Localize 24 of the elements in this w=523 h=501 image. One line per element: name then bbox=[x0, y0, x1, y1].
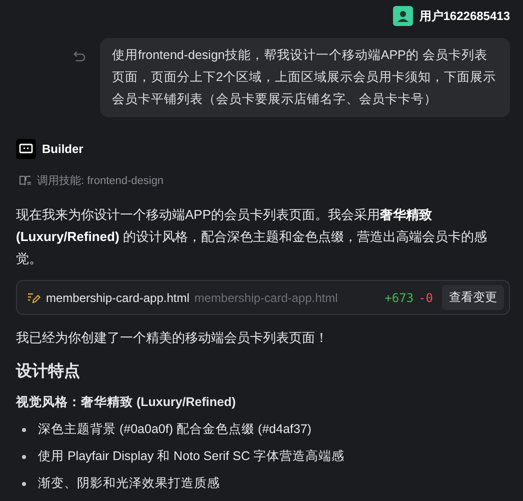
bullet-text: 使用 Playfair Display 和 Noto Serif SC 字体营造高端感 bbox=[38, 448, 344, 465]
bullet-icon bbox=[22, 428, 26, 432]
edit-file-icon bbox=[27, 292, 41, 304]
skill-label: 调用技能: frontend-design bbox=[37, 174, 164, 188]
file-name[interactable]: membership-card-app.html bbox=[46, 290, 190, 304]
bullet-text: 渐变、阴影和光泽效果打造质感 bbox=[38, 475, 220, 492]
intro-paragraph: 现在我来为你设计一个移动端APP的会员卡列表页面。我会采用奢华精致 (Luxury/Refined) 的设计风格，配合深色主题和金色点缀，营造出高端会员卡的感觉。 bbox=[16, 206, 488, 268]
bot-icon bbox=[16, 139, 36, 159]
user-message: 使用frontend-design技能，帮我设计一个移动端APP的 会员卡列表页面，页面分上下2个区域，上面区域展示会员用卡须知，下面展示会员卡平铺列表（会员卡要展示店铺名字、会员卡卡号） bbox=[100, 38, 510, 117]
user-name: 用户1622685413 bbox=[419, 8, 510, 24]
avatar-icon bbox=[393, 6, 414, 26]
summary-text: 我已经为你创建了一个精美的移动端会员卡列表页面！ bbox=[16, 329, 329, 347]
lines-removed: -0 bbox=[418, 290, 433, 304]
lines-added: +673 bbox=[384, 290, 414, 304]
book-icon bbox=[19, 175, 32, 186]
view-changes-button[interactable]: 查看变更 bbox=[442, 285, 504, 310]
assistant-name: Builder bbox=[42, 142, 84, 156]
undo-icon[interactable] bbox=[73, 50, 86, 63]
bullet-text: 深色主题背景 (#0a0a0f) 配合金色点缀 (#d4af37) bbox=[38, 421, 312, 438]
bullet-icon bbox=[22, 454, 26, 458]
file-path: membership-card-app.html bbox=[194, 290, 338, 304]
subheading: 视觉风格：奢华精致 (Luxury/Refined) bbox=[16, 394, 237, 411]
bullet-icon bbox=[22, 482, 26, 486]
section-heading: 设计特点 bbox=[16, 362, 81, 382]
